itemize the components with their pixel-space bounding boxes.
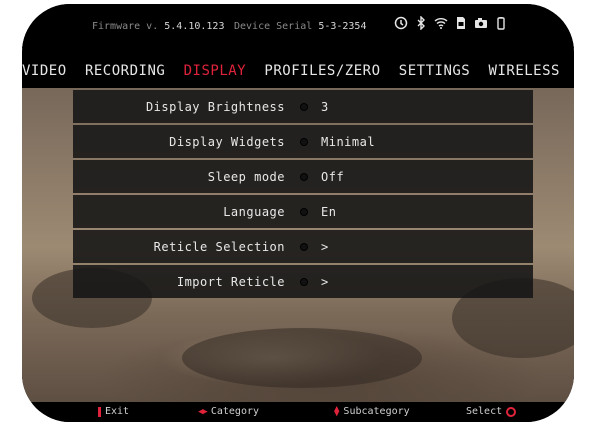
control-hints-bar: Exit ◀▶ Category ▲ ▼ Subcategory Select [22,402,574,422]
camera-icon [474,16,488,30]
hint-exit-label: Exit [105,406,130,417]
hint-select: Select [466,406,517,417]
serial-value: 5-3-2354 [318,21,367,32]
battery-icon [494,16,508,30]
up-down-arrows-icon: ▲ ▼ [334,403,340,419]
device-serial: Device Serial 5-3-2354 [234,21,366,32]
menu-item-reticle-selection[interactable]: Reticle Selection > [73,230,533,263]
wifi-icon [434,16,448,30]
menu-item-label: Reticle Selection [153,239,285,254]
menu-item-sleep-mode[interactable]: Sleep mode Off [73,160,533,193]
chevron-right-icon: > [321,239,329,254]
display-menu: Display Brightness 3 Display Widgets Min… [73,90,533,300]
chevron-right-icon: > [321,274,329,289]
bullet-icon [301,138,307,145]
tab-display[interactable]: DISPLAY [184,63,247,79]
firmware-label: Firmware v. [92,21,159,32]
hint-category: ◀▶ Category [198,406,259,417]
serial-label: Device Serial [234,21,313,32]
menu-item-value: En [321,204,337,219]
menu-item-value: Off [321,169,345,184]
bullet-icon [301,208,307,215]
status-bar: Firmware v. 5.4.10.123 Device Serial 5-3… [22,4,574,48]
tab-settings[interactable]: SETTINGS [399,63,470,79]
exit-button-icon [98,406,101,417]
firmware-info: Firmware v. 5.4.10.123 [92,21,224,32]
bluetooth-icon [414,16,428,30]
menu-item-label: Display Brightness [145,99,285,114]
menu-item-label: Language [223,204,285,219]
select-button-icon [506,406,517,417]
menu-item-value: 3 [321,99,329,114]
firmware-version: 5.4.10.123 [164,21,225,32]
tab-video[interactable]: VIDEO [22,63,67,79]
menu-item-display-widgets[interactable]: Display Widgets Minimal [73,125,533,158]
bullet-icon [301,173,307,180]
hint-select-label: Select [466,406,503,417]
tab-recording[interactable]: RECORDING [85,63,165,79]
bullet-icon [301,278,307,285]
hint-subcategory-label: Subcategory [343,406,410,417]
timer-icon [394,16,408,30]
tab-profiles-zero[interactable]: PROFILES/ZERO [264,63,380,79]
sd-card-icon [454,16,468,30]
bullet-icon [301,243,307,250]
scene-shadow [182,328,422,388]
menu-item-label: Sleep mode [207,169,285,184]
hint-subcategory: ▲ ▼ Subcategory [334,403,410,419]
bullet-icon [301,103,307,110]
tab-wireless[interactable]: WIRELESS [489,63,560,79]
scope-display: Firmware v. 5.4.10.123 Device Serial 5-3… [22,4,574,422]
left-right-arrows-icon: ◀▶ [198,406,208,417]
menu-item-label: Import Reticle [176,274,285,289]
menu-item-value: Minimal [321,134,376,149]
category-tabs: VIDEO RECORDING DISPLAY PROFILES/ZERO SE… [22,54,574,88]
status-icons [394,16,508,30]
menu-item-display-brightness[interactable]: Display Brightness 3 [73,90,533,123]
hint-category-label: Category [210,406,260,417]
hint-exit: Exit [98,406,129,417]
menu-item-label: Display Widgets [169,134,285,149]
menu-item-language[interactable]: Language En [73,195,533,228]
menu-item-import-reticle[interactable]: Import Reticle > [73,265,533,298]
